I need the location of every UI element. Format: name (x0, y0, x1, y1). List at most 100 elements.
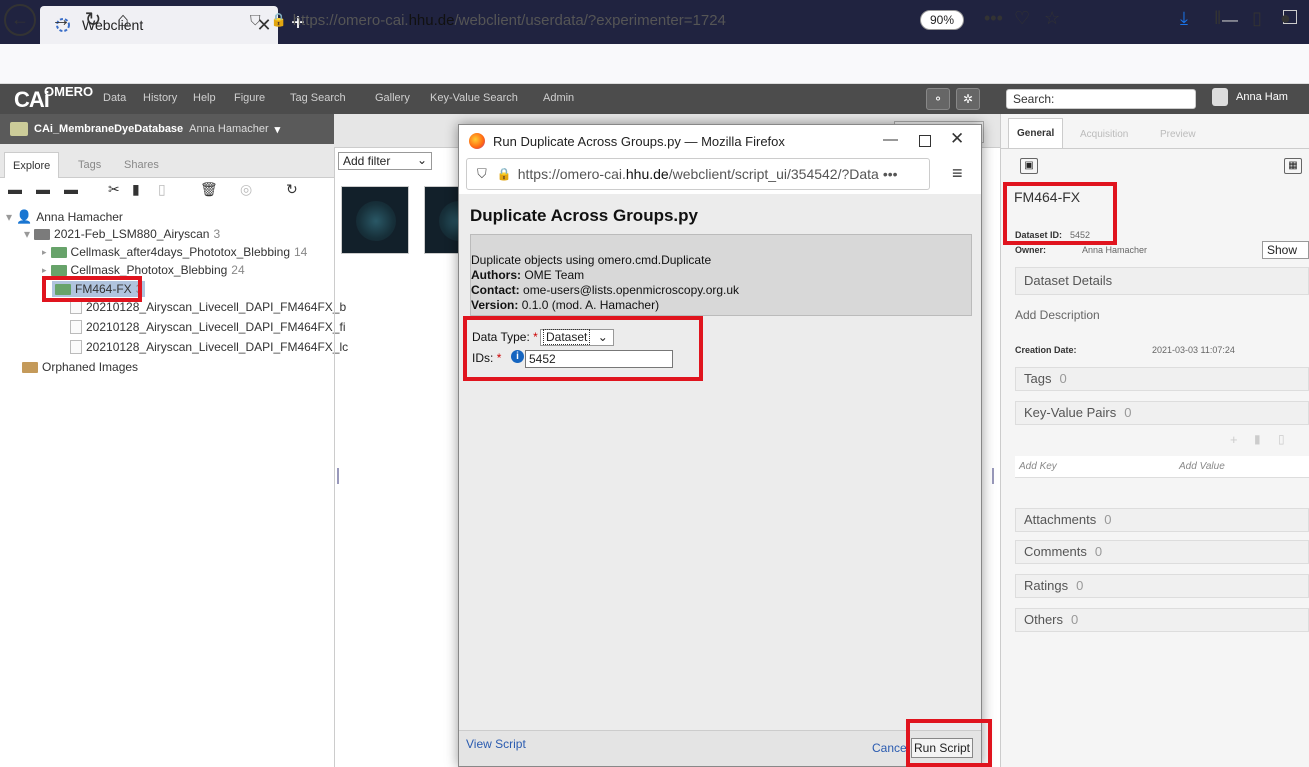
menu-tag-search[interactable]: Tag Search (290, 92, 346, 104)
dataset-folder-icon (50, 264, 67, 276)
grid-icon[interactable]: ▦ (1284, 158, 1302, 174)
popup-address-bar[interactable]: ⛉ 🔒 https://omero-cai. hhu.de/webclient/s… (466, 158, 930, 190)
zoom-level-badge[interactable]: 90% (920, 10, 964, 30)
tree-project[interactable]: ▾ 2021-Feb_LSM880_Airyscan 3 (24, 227, 220, 241)
popup-maximize-icon[interactable] (919, 135, 931, 147)
user-menu[interactable]: Anna Ham (1212, 88, 1288, 106)
menu-data[interactable]: Data (103, 92, 126, 104)
menu-help[interactable]: Help (193, 92, 216, 104)
view-script-link[interactable]: View Script (466, 737, 526, 751)
address-bar[interactable]: ⛉ 🔒 https://omero-cai. hhu.de/webclient/u… (236, 5, 976, 35)
show-button[interactable]: Show (1262, 241, 1309, 259)
expand-icon[interactable]: ▸ (42, 265, 47, 276)
tab-general[interactable]: General (1008, 118, 1064, 148)
collapse-icon[interactable]: ▾ (24, 227, 30, 241)
project-folder-icon (34, 228, 51, 240)
menu-key-value-search[interactable]: Key-Value Search (430, 92, 518, 104)
bookmark-star-icon[interactable]: ☆ (1044, 8, 1060, 29)
attachments-section[interactable]: Attachments 0 (1015, 508, 1309, 532)
popup-close-icon[interactable]: ✕ (950, 129, 964, 149)
authors-value: OME Team (524, 268, 585, 282)
tree-image[interactable]: 20210128_Airyscan_Livecell_DAPI_FM464FX_… (70, 320, 345, 334)
cut-icon[interactable]: ✂ (108, 181, 120, 198)
tree-orphaned[interactable]: Orphaned Images (22, 360, 138, 374)
window-minimize-icon[interactable]: — (1222, 12, 1238, 30)
tab-explore[interactable]: Explore (4, 152, 60, 178)
open-viewer-icon[interactable]: ▣ (1020, 158, 1038, 174)
tab-tags[interactable]: Tags (70, 152, 109, 178)
tab-preview[interactable]: Preview (1152, 124, 1204, 146)
section-count: 0 (1094, 544, 1103, 559)
new-folder-icon[interactable]: ▬ (64, 181, 78, 197)
ratings-section[interactable]: Ratings 0 (1015, 574, 1309, 598)
activities-icon[interactable]: ✲ (956, 88, 980, 110)
tree-dataset[interactable]: ▸ Cellmask_after4days_Phototox_Blebbing … (42, 245, 307, 259)
home-icon[interactable]: ⌂ (108, 6, 138, 34)
menu-figure[interactable]: Figure (234, 92, 265, 104)
key-value-pairs-section[interactable]: Key-Value Pairs 0 (1015, 401, 1309, 425)
image-icon (70, 320, 82, 334)
add-description-link[interactable]: Add Description (1015, 308, 1100, 322)
comments-section[interactable]: Comments 0 (1015, 540, 1309, 564)
new-dataset-icon[interactable]: ▬ (36, 181, 50, 197)
forward-arrow-icon[interactable]: → (46, 6, 76, 34)
reload-icon[interactable]: ↻ (78, 6, 108, 34)
add-key-placeholder[interactable]: Add Key (1019, 461, 1057, 472)
popup-minimize-icon[interactable]: — (883, 131, 898, 148)
group-selector[interactable]: CAi_MembraneDyeDatabase Anna Hamacher ▾ (0, 114, 334, 144)
page-actions-icon[interactable]: ••• (984, 8, 1003, 29)
search-input[interactable]: Search: (1006, 89, 1196, 109)
tracking-shield-icon[interactable]: ⛉ (250, 12, 261, 29)
dataset-details-section[interactable]: Dataset Details (1015, 267, 1309, 295)
contact-label: Contact: (471, 283, 520, 297)
image-thumbnail[interactable] (424, 186, 479, 254)
image-label: 20210128_Airyscan_Livecell_DAPI_FM464FX_… (86, 300, 347, 314)
library-icon[interactable]: ‖ (1214, 8, 1221, 29)
new-project-icon[interactable]: ▬ (8, 181, 22, 197)
right-splitter-handle[interactable] (992, 468, 994, 484)
copy-icon[interactable]: ▮ (1254, 432, 1261, 446)
page-actions-icon[interactable]: ••• (883, 166, 898, 182)
script-info-box: Duplicate objects using omero.cmd.Duplic… (470, 234, 972, 316)
tracking-shield-icon[interactable]: ⛉ (477, 166, 487, 182)
download-icon[interactable]: ⤓ (1180, 8, 1188, 29)
menu-history[interactable]: History (143, 92, 177, 104)
refresh-icon[interactable]: ↻ (286, 181, 298, 198)
section-label: Others (1024, 612, 1064, 627)
popup-title-bar[interactable]: Run Duplicate Across Groups.py — Mozilla… (459, 125, 981, 157)
lock-icon[interactable]: 🔒 (271, 12, 287, 28)
collapse-icon[interactable]: ▾ (6, 210, 12, 224)
tree-image[interactable]: 20210128_Airyscan_Livecell_DAPI_FM464FX_… (70, 340, 348, 354)
omero-logo[interactable]: OMERO (44, 84, 93, 99)
sidebar-icon[interactable]: ▯ (1252, 8, 1262, 29)
delete-icon[interactable]: 🗑 (200, 181, 218, 198)
tab-shares[interactable]: Shares (116, 152, 167, 178)
add-filter-select[interactable]: Add filter ⌄ (338, 152, 432, 170)
pocket-icon[interactable]: ♡ (1014, 8, 1030, 29)
key-value-input-row[interactable]: Add Key Add Value (1015, 456, 1309, 478)
account-icon[interactable]: ● (1280, 8, 1291, 29)
tree-dataset[interactable]: ▸ Cellmask_Phototox_Blebbing 24 (42, 263, 245, 277)
menu-gallery[interactable]: Gallery (375, 92, 410, 104)
tree-image[interactable]: 20210128_Airyscan_Livecell_DAPI_FM464FX_… (70, 300, 346, 314)
lock-icon[interactable]: 🔒 (497, 167, 512, 181)
tab-acquisition[interactable]: Acquisition (1072, 124, 1136, 146)
others-section[interactable]: Others 0 (1015, 608, 1309, 632)
back-arrow-icon[interactable]: ← (4, 4, 36, 36)
add-icon[interactable]: + (1230, 432, 1238, 447)
tree-root-user[interactable]: ▾ 👤 Anna Hamacher (6, 209, 123, 225)
highlight-box-form (463, 316, 703, 381)
tags-section[interactable]: Tags 0 (1015, 367, 1309, 391)
copy-icon[interactable]: ▮ (132, 181, 140, 198)
expand-icon[interactable]: ▸ (42, 247, 47, 258)
image-thumbnail[interactable] (341, 186, 409, 254)
paste-icon[interactable]: ▯ (1278, 432, 1285, 446)
dataset-count: 24 (231, 263, 245, 277)
add-value-placeholder[interactable]: Add Value (1179, 461, 1225, 472)
section-count: 0 (1124, 405, 1132, 420)
menu-admin[interactable]: Admin (543, 92, 574, 104)
hamburger-menu-icon[interactable]: ≡ (952, 163, 963, 184)
scripts-icon[interactable]: ⚬ (926, 88, 950, 110)
cancel-link[interactable]: Cance (872, 741, 907, 755)
left-splitter-handle[interactable] (337, 468, 339, 484)
